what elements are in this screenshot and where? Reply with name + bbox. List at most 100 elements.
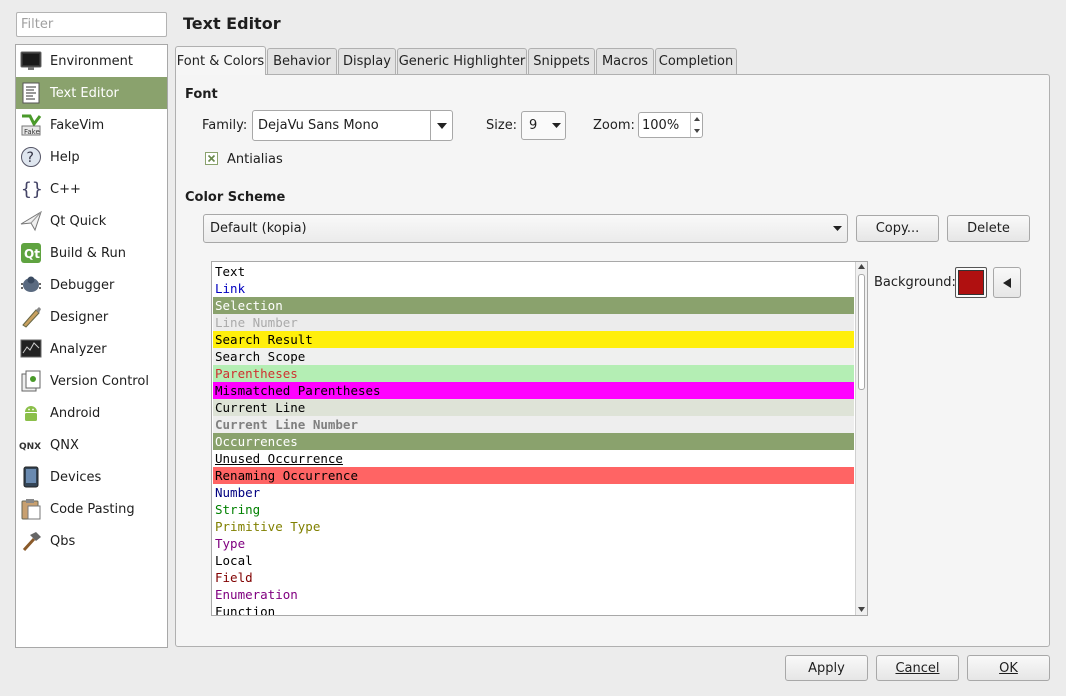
fakevim-icon: Fake: [19, 113, 43, 137]
svg-text:Fake: Fake: [24, 128, 40, 136]
sidebar-item-qt-quick[interactable]: Qt Quick: [16, 205, 167, 237]
size-combobox[interactable]: 9: [521, 111, 566, 140]
checkmark-icon: [207, 154, 216, 163]
sidebar-item-environment[interactable]: Environment: [16, 45, 167, 77]
color-scheme-value: Default (kopia): [210, 221, 307, 236]
cancel-button[interactable]: Cancel: [876, 655, 959, 681]
size-label: Size:: [486, 118, 518, 133]
color-item-selection[interactable]: Selection: [213, 297, 854, 314]
color-item-number[interactable]: Number: [213, 484, 854, 501]
color-item-current-line[interactable]: Current Line: [213, 399, 854, 416]
sidebar-item-label: Text Editor: [50, 85, 119, 101]
tab-behavior[interactable]: Behavior: [267, 48, 337, 74]
color-item-current-line-number[interactable]: Current Line Number: [213, 416, 854, 433]
delete-scheme-button[interactable]: Delete: [947, 215, 1030, 242]
color-item-function[interactable]: Function: [213, 603, 854, 615]
android-icon: [19, 401, 43, 425]
color-item-search-scope[interactable]: Search Scope: [213, 348, 854, 365]
background-label: Background:: [874, 275, 956, 290]
sidebar-item-label: Designer: [50, 309, 109, 325]
sidebar-item-qnx[interactable]: QNX QNX: [16, 429, 167, 461]
sidebar-item-debugger[interactable]: Debugger: [16, 269, 167, 301]
sidebar-item-label: Environment: [50, 53, 134, 69]
sidebar-item-fakevim[interactable]: Fake FakeVim: [16, 109, 167, 141]
sidebar-item-qbs[interactable]: Qbs: [16, 525, 167, 557]
color-item-renaming-occurrence[interactable]: Renaming Occurrence: [213, 467, 854, 484]
list-scrollbar[interactable]: [855, 262, 867, 615]
scroll-down-icon[interactable]: [858, 607, 865, 612]
category-sidebar: Environment Text Editor Fake FakeVim? Help {}…: [15, 44, 168, 648]
sidebar-item-devices[interactable]: Devices: [16, 461, 167, 493]
size-value: 9: [529, 118, 538, 133]
tab-snippets[interactable]: Snippets: [528, 48, 595, 74]
sidebar-item-label: Qbs: [50, 533, 76, 549]
sidebar-item-label: QNX: [50, 437, 79, 453]
tab-macros[interactable]: Macros: [596, 48, 654, 74]
antialias-label: Antialias: [227, 152, 283, 167]
svg-text:?: ?: [27, 150, 34, 166]
color-item-line-number[interactable]: Line Number: [213, 314, 854, 331]
chevron-down-icon: [827, 226, 847, 231]
paper-plane-icon: [19, 209, 43, 233]
hammer-icon: [19, 529, 43, 553]
family-combobox[interactable]: DejaVu Sans Mono: [252, 110, 453, 141]
sidebar-item-text-editor[interactable]: Text Editor: [16, 77, 167, 109]
color-item-unused-occurrence[interactable]: Unused Occurrence: [213, 450, 854, 467]
apply-button[interactable]: Apply: [785, 655, 868, 681]
sidebar-item-label: Analyzer: [50, 341, 107, 357]
sidebar-item-analyzer[interactable]: Analyzer: [16, 333, 167, 365]
tab-generic-highlighter[interactable]: Generic Highlighter: [397, 48, 527, 74]
code-pasting-icon: [19, 497, 43, 521]
sidebar-item-label: Build & Run: [50, 245, 126, 261]
color-item-occurrences[interactable]: Occurrences: [213, 433, 854, 450]
text-editor-icon: [19, 81, 43, 105]
tab-display[interactable]: Display: [338, 48, 396, 74]
sidebar-item-help[interactable]: ? Help: [16, 141, 167, 173]
color-scheme-section-title: Color Scheme: [185, 190, 286, 205]
font-section-title: Font: [185, 87, 218, 102]
scroll-thumb[interactable]: [858, 274, 865, 390]
background-color-swatch: [958, 270, 984, 295]
copy-scheme-button[interactable]: Copy...: [856, 215, 939, 242]
color-scheme-combobox[interactable]: Default (kopia): [203, 214, 848, 243]
color-item-enumeration[interactable]: Enumeration: [213, 586, 854, 603]
sidebar-item-designer[interactable]: Designer: [16, 301, 167, 333]
color-item-mismatched-parentheses[interactable]: Mismatched Parentheses: [213, 382, 854, 399]
color-item-local[interactable]: Local: [213, 552, 854, 569]
build-run-icon: Qt: [19, 241, 43, 265]
spin-arrows-icon[interactable]: [690, 113, 702, 137]
color-item-primitive-type[interactable]: Primitive Type: [213, 518, 854, 535]
tab-font-colors[interactable]: Font & Colors: [175, 46, 266, 75]
filter-input[interactable]: [16, 12, 167, 37]
zoom-spinbox[interactable]: 100%: [638, 112, 703, 138]
sidebar-item-c[interactable]: {} C++: [16, 173, 167, 205]
sidebar-item-label: Code Pasting: [50, 501, 135, 517]
color-items-list[interactable]: Function Enumeration Field Local Type Primiti…: [211, 261, 868, 616]
color-item-link[interactable]: Link: [213, 280, 854, 297]
clear-background-button[interactable]: [993, 267, 1021, 298]
background-color-button[interactable]: [955, 267, 987, 298]
color-item-parentheses[interactable]: Parentheses: [213, 365, 854, 382]
braces-icon: {}: [19, 177, 43, 201]
designer-icon: [19, 305, 43, 329]
sidebar-item-code-pasting[interactable]: Code Pasting: [16, 493, 167, 525]
devices-icon: [19, 465, 43, 489]
sidebar-item-build-run[interactable]: Qt Build & Run: [16, 237, 167, 269]
zoom-value: 100%: [642, 117, 680, 133]
scroll-up-icon[interactable]: [858, 264, 865, 269]
sidebar-item-label: Version Control: [50, 373, 149, 389]
sidebar-item-android[interactable]: Android: [16, 397, 167, 429]
sidebar-item-version-control[interactable]: Version Control: [16, 365, 167, 397]
color-item-type[interactable]: Type: [213, 535, 854, 552]
monitor-icon: [19, 49, 43, 73]
color-item-string[interactable]: String: [213, 501, 854, 518]
ok-button[interactable]: OK: [967, 655, 1050, 681]
color-item-search-result[interactable]: Search Result: [213, 331, 854, 348]
color-item-field[interactable]: Field: [213, 569, 854, 586]
tab-completion[interactable]: Completion: [655, 48, 737, 74]
ok-label: OK: [999, 660, 1018, 676]
debugger-icon: [19, 273, 43, 297]
color-item-text[interactable]: Text: [213, 263, 854, 280]
qnx-icon: QNX: [19, 433, 43, 457]
antialias-checkbox[interactable]: [205, 152, 218, 165]
